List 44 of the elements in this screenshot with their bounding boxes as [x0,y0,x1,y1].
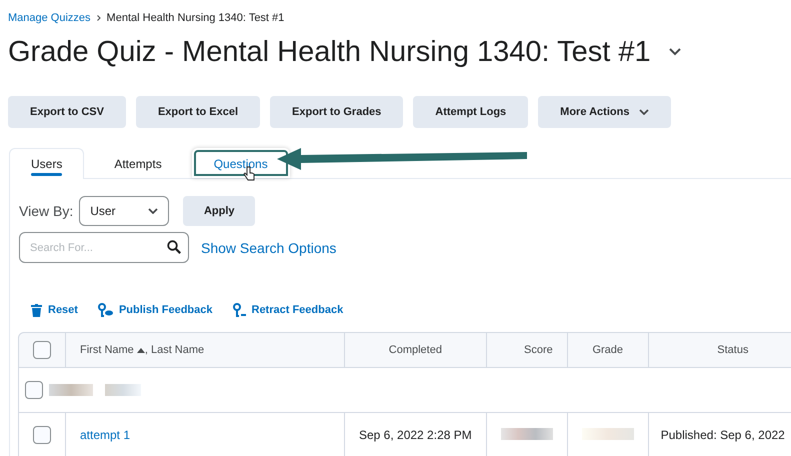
action-button[interactable]: Export to CSV [8,96,126,128]
chevron-right-icon [96,15,101,21]
blurred-score [500,428,553,440]
action-button[interactable]: Export to Excel [136,96,260,128]
blurred-name [105,384,141,396]
toolbar-button[interactable]: Reset [31,303,78,317]
column-header[interactable]: , Last Name [144,344,204,356]
toolbar-button[interactable]: Retract Feedback [232,303,344,317]
breadcrumb-current: Mental Health Nursing 1340: Test #1 [106,12,284,24]
trash-icon [31,304,42,316]
action-button[interactable]: Export to Grades [270,96,404,128]
column-header[interactable]: Score [486,332,568,368]
key-icon [232,303,246,317]
view-by-select[interactable]: User [79,196,170,226]
row-checkbox[interactable] [25,381,43,399]
column-header[interactable]: Status [648,332,791,368]
select-all-checkbox[interactable] [33,341,51,359]
blurred-name [49,384,93,396]
column-header[interactable]: Grade [568,332,649,368]
breadcrumb-link[interactable]: Manage Quizzes [8,12,91,24]
tab[interactable]: Questions [192,148,290,178]
sort-up-icon [136,348,145,353]
column-header[interactable]: First Name [80,344,134,356]
tab[interactable]: Attempts [92,148,184,178]
apply-button[interactable]: Apply [183,196,256,226]
attempt-link[interactable]: attempt 1 [80,428,130,442]
view-by-label: View By: [19,203,74,219]
search-field[interactable]: Search For... [19,232,189,263]
column-header[interactable]: Completed [345,332,487,368]
tab[interactable]: Users [9,148,84,179]
search-icon [167,240,181,254]
table-cell: Sep 6, 2022 2:28 PM [345,413,487,456]
page-title: Grade Quiz - Mental Health Nursing 1340: Test #1 [8,36,651,68]
chevron-down-icon [148,208,158,214]
blurred-grade [582,428,634,440]
table-cell: Published: Sep 6, 2022 [648,413,791,456]
row-checkbox[interactable] [33,426,51,444]
show-search-options-link[interactable]: Show Search Options [201,240,336,256]
chevron-down-icon [639,109,650,115]
action-button[interactable]: More Actions [538,96,672,128]
key-eye-icon [98,303,113,317]
toolbar-button[interactable]: Publish Feedback [98,303,212,317]
chevron-down-icon[interactable] [668,48,681,56]
action-button[interactable]: Attempt Logs [413,96,528,128]
